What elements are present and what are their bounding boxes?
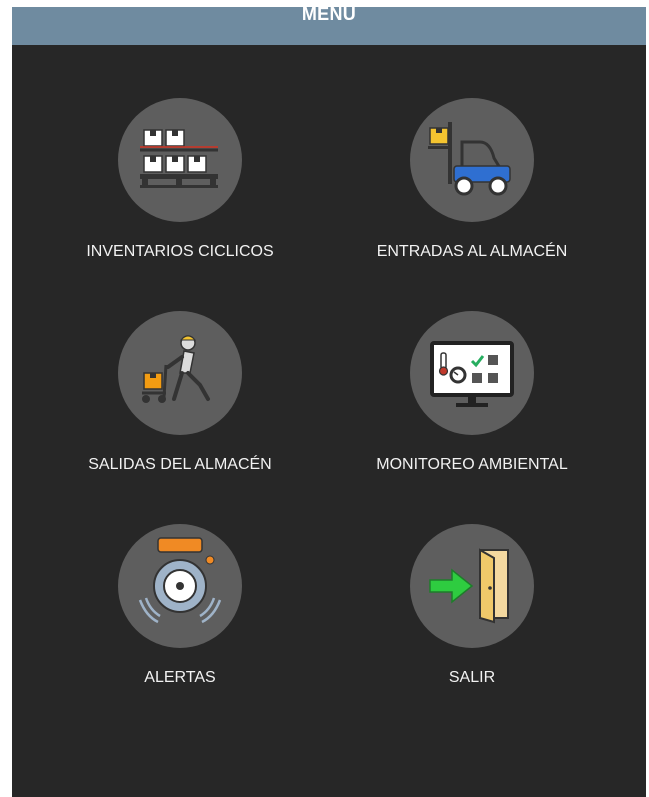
menu-item-label: INVENTARIOS CICLICOS [86,243,274,260]
menu-item-entradas-almacen[interactable]: ENTRADAS AL ALMACÉN [304,98,640,268]
boxes-on-pallet-icon [118,98,242,222]
menu-item-label: ENTRADAS AL ALMACÉN [376,243,568,260]
monitor-dashboard-icon [410,311,534,435]
menu-item-alertas[interactable]: ALERTAS [12,524,348,694]
menu-item-label: MONITOREO AMBIENTAL [376,456,568,473]
exit-door-icon [410,524,534,648]
header-bar: MENU [12,7,646,45]
page-title: MENU [301,7,357,24]
menu-item-label: SALIR [448,669,496,686]
forklift-icon [410,98,534,222]
alarm-bell-icon [118,524,242,648]
menu-item-monitoreo-ambiental[interactable]: MONITOREO AMBIENTAL [304,311,640,481]
app-screen: MENU INVENTARIOS CICLICOS ENTRADAS AL AL… [12,7,646,797]
menu-item-label: ALERTAS [144,669,216,686]
menu-item-label: SALIDAS DEL ALMACÉN [88,456,272,473]
menu-item-inventarios-ciclicos[interactable]: INVENTARIOS CICLICOS [12,98,348,268]
worker-pushing-cart-icon [118,311,242,435]
menu-item-salidas-almacen[interactable]: SALIDAS DEL ALMACÉN [12,311,348,481]
menu-item-salir[interactable]: SALIR [304,524,640,694]
